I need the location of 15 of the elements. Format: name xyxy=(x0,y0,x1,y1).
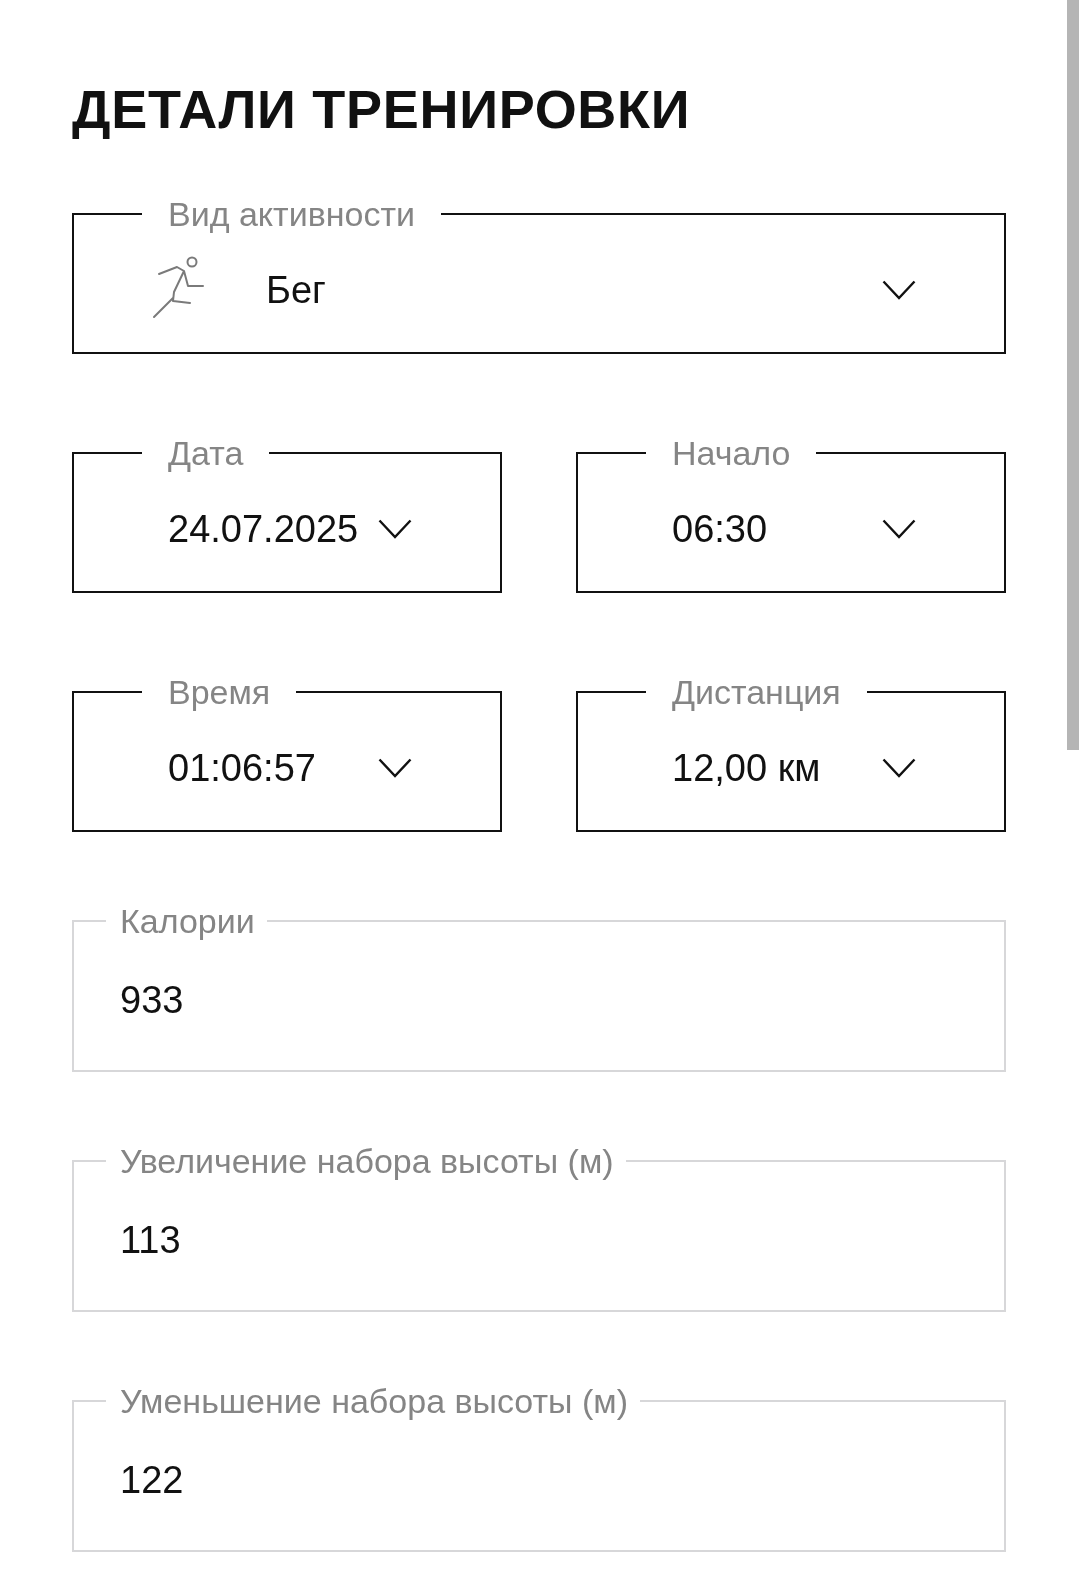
scrollbar-thumb[interactable] xyxy=(1067,0,1079,750)
chevron-down-icon xyxy=(378,519,412,539)
field-label: Вид активности xyxy=(167,196,416,232)
chevron-down-icon xyxy=(378,758,412,778)
chevron-down-icon xyxy=(882,280,916,300)
chevron-down-icon xyxy=(882,758,916,778)
field-label: Начало xyxy=(671,435,792,471)
runner-icon xyxy=(152,255,205,319)
field-label: Калории xyxy=(119,903,256,939)
field-label: Уменьшение набора высоты (м) xyxy=(119,1383,629,1419)
field-label: Увеличение набора высоты (м) xyxy=(119,1143,615,1179)
field-label: Дистанция xyxy=(671,674,842,710)
chevron-down-icon xyxy=(882,519,916,539)
field-label: Время xyxy=(167,674,272,710)
field-label: Дата xyxy=(167,435,245,471)
